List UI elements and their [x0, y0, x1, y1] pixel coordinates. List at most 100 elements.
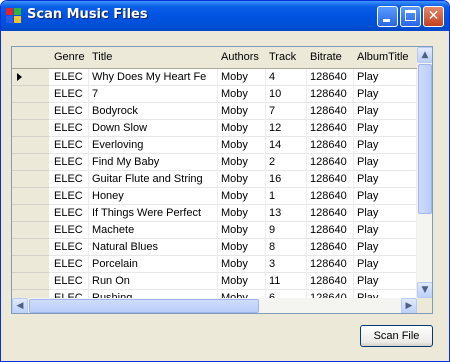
cell-title[interactable]: Honey — [89, 188, 218, 205]
cell-title[interactable]: Down Slow — [89, 120, 218, 137]
table-row[interactable]: ELEC Find My Baby Moby 2 128640 Play — [12, 154, 417, 171]
cell-authors[interactable]: Moby — [218, 120, 266, 137]
cell-bitrate[interactable]: 128640 — [307, 205, 354, 222]
cell-title[interactable]: 7 — [89, 86, 218, 103]
cell-title[interactable]: Machete — [89, 222, 218, 239]
column-header-albumtitle[interactable]: AlbumTitle — [354, 49, 417, 66]
cell-genre[interactable]: ELEC — [51, 273, 89, 290]
column-header-bitrate[interactable]: Bitrate — [307, 49, 354, 66]
cell-title[interactable]: Guitar Flute and String — [89, 171, 218, 188]
cell-albumtitle[interactable]: Play — [354, 86, 417, 103]
cell-bitrate[interactable]: 128640 — [307, 120, 354, 137]
cell-albumtitle[interactable]: Play — [354, 171, 417, 188]
row-header[interactable] — [12, 188, 49, 205]
table-row[interactable]: ELEC Honey Moby 1 128640 Play — [12, 188, 417, 205]
table-row[interactable]: ELEC Run On Moby 11 128640 Play — [12, 273, 417, 290]
cell-albumtitle[interactable]: Play — [354, 154, 417, 171]
column-header-genre[interactable]: Genre — [51, 49, 89, 66]
cell-genre[interactable]: ELEC — [51, 171, 89, 188]
row-header[interactable] — [12, 239, 49, 256]
cell-bitrate[interactable]: 128640 — [307, 239, 354, 256]
cell-authors[interactable]: Moby — [218, 69, 266, 86]
scroll-up-button[interactable]: ▲ — [417, 47, 432, 63]
cell-bitrate[interactable]: 128640 — [307, 103, 354, 120]
cell-authors[interactable]: Moby — [218, 273, 266, 290]
cell-track[interactable]: 8 — [266, 239, 307, 256]
cell-genre[interactable]: ELEC — [51, 205, 89, 222]
cell-track[interactable]: 16 — [266, 171, 307, 188]
row-header[interactable] — [12, 103, 49, 120]
cell-authors[interactable]: Moby — [218, 205, 266, 222]
cell-authors[interactable]: Moby — [218, 154, 266, 171]
cell-track[interactable]: 11 — [266, 273, 307, 290]
table-row[interactable]: ELEC Why Does My Heart Fe Moby 4 128640 Play — [12, 69, 417, 86]
row-header[interactable] — [12, 137, 49, 154]
column-header-authors[interactable]: Authors — [218, 49, 266, 66]
cell-authors[interactable]: Moby — [218, 137, 266, 154]
cell-genre[interactable]: ELEC — [51, 188, 89, 205]
scroll-right-button[interactable]: ▶ — [401, 298, 417, 313]
cell-track[interactable]: 12 — [266, 120, 307, 137]
row-header[interactable] — [12, 205, 49, 222]
cell-albumtitle[interactable]: Play — [354, 273, 417, 290]
cell-bitrate[interactable]: 128640 — [307, 137, 354, 154]
cell-genre[interactable]: ELEC — [51, 120, 89, 137]
cell-genre[interactable]: ELEC — [51, 103, 89, 120]
maximize-button[interactable] — [400, 6, 421, 27]
cell-authors[interactable]: Moby — [218, 188, 266, 205]
cell-genre[interactable]: ELEC — [51, 137, 89, 154]
cell-genre[interactable]: ELEC — [51, 69, 89, 86]
row-header[interactable] — [12, 86, 49, 103]
table-row[interactable]: ELEC Machete Moby 9 128640 Play — [12, 222, 417, 239]
title-bar[interactable]: Scan Music Files ✕ — [1, 1, 449, 31]
cell-albumtitle[interactable]: Play — [354, 120, 417, 137]
cell-title[interactable]: If Things Were Perfect — [89, 205, 218, 222]
row-header[interactable] — [12, 154, 49, 171]
scroll-down-button[interactable]: ▼ — [417, 282, 432, 298]
scan-file-button[interactable]: Scan File — [360, 325, 433, 347]
minimize-button[interactable] — [377, 6, 398, 27]
cell-title[interactable]: Natural Blues — [89, 239, 218, 256]
vertical-scroll-thumb[interactable] — [418, 64, 432, 214]
column-header-title[interactable]: Title — [89, 49, 218, 66]
app-icon[interactable] — [6, 8, 22, 24]
cell-genre[interactable]: ELEC — [51, 222, 89, 239]
row-header[interactable] — [12, 222, 49, 239]
cell-authors[interactable]: Moby — [218, 239, 266, 256]
table-row[interactable]: ELEC Down Slow Moby 12 128640 Play — [12, 120, 417, 137]
cell-albumtitle[interactable]: Play — [354, 69, 417, 86]
cell-bitrate[interactable]: 128640 — [307, 273, 354, 290]
cell-title[interactable]: Find My Baby — [89, 154, 218, 171]
cell-bitrate[interactable]: 128640 — [307, 69, 354, 86]
table-row[interactable]: ELEC If Things Were Perfect Moby 13 128640 Pl… — [12, 205, 417, 222]
cell-bitrate[interactable]: 128640 — [307, 188, 354, 205]
cell-bitrate[interactable]: 128640 — [307, 154, 354, 171]
cell-track[interactable]: 13 — [266, 205, 307, 222]
cell-genre[interactable]: ELEC — [51, 86, 89, 103]
cell-albumtitle[interactable]: Play — [354, 188, 417, 205]
cell-authors[interactable]: Moby — [218, 171, 266, 188]
table-row[interactable]: ELEC 7 Moby 10 128640 Play — [12, 86, 417, 103]
table-row[interactable]: ELEC Natural Blues Moby 8 128640 Play — [12, 239, 417, 256]
music-data-grid[interactable]: Genre Title Authors Track Bitrate AlbumT… — [11, 46, 433, 314]
table-row[interactable]: ELEC Bodyrock Moby 7 128640 Play — [12, 103, 417, 120]
row-header[interactable] — [12, 120, 49, 137]
cell-track[interactable]: 7 — [266, 103, 307, 120]
cell-track[interactable]: 1 — [266, 188, 307, 205]
cell-title[interactable]: Why Does My Heart Fe — [89, 69, 218, 86]
table-row[interactable]: ELEC Everloving Moby 14 128640 Play — [12, 137, 417, 154]
table-row[interactable]: ELEC Guitar Flute and String Moby 16 128640 P… — [12, 171, 417, 188]
cell-authors[interactable]: Moby — [218, 86, 266, 103]
row-header[interactable] — [12, 256, 49, 273]
row-header[interactable] — [12, 273, 49, 290]
column-header-track[interactable]: Track — [266, 49, 307, 66]
cell-bitrate[interactable]: 128640 — [307, 256, 354, 273]
cell-albumtitle[interactable]: Play — [354, 239, 417, 256]
horizontal-scroll-thumb[interactable] — [29, 299, 259, 313]
cell-track[interactable]: 9 — [266, 222, 307, 239]
horizontal-scrollbar[interactable]: ◀ ▶ — [12, 298, 417, 313]
cell-title[interactable]: Run On — [89, 273, 218, 290]
row-header[interactable] — [12, 171, 49, 188]
cell-albumtitle[interactable]: Play — [354, 256, 417, 273]
close-button[interactable]: ✕ — [423, 6, 444, 27]
